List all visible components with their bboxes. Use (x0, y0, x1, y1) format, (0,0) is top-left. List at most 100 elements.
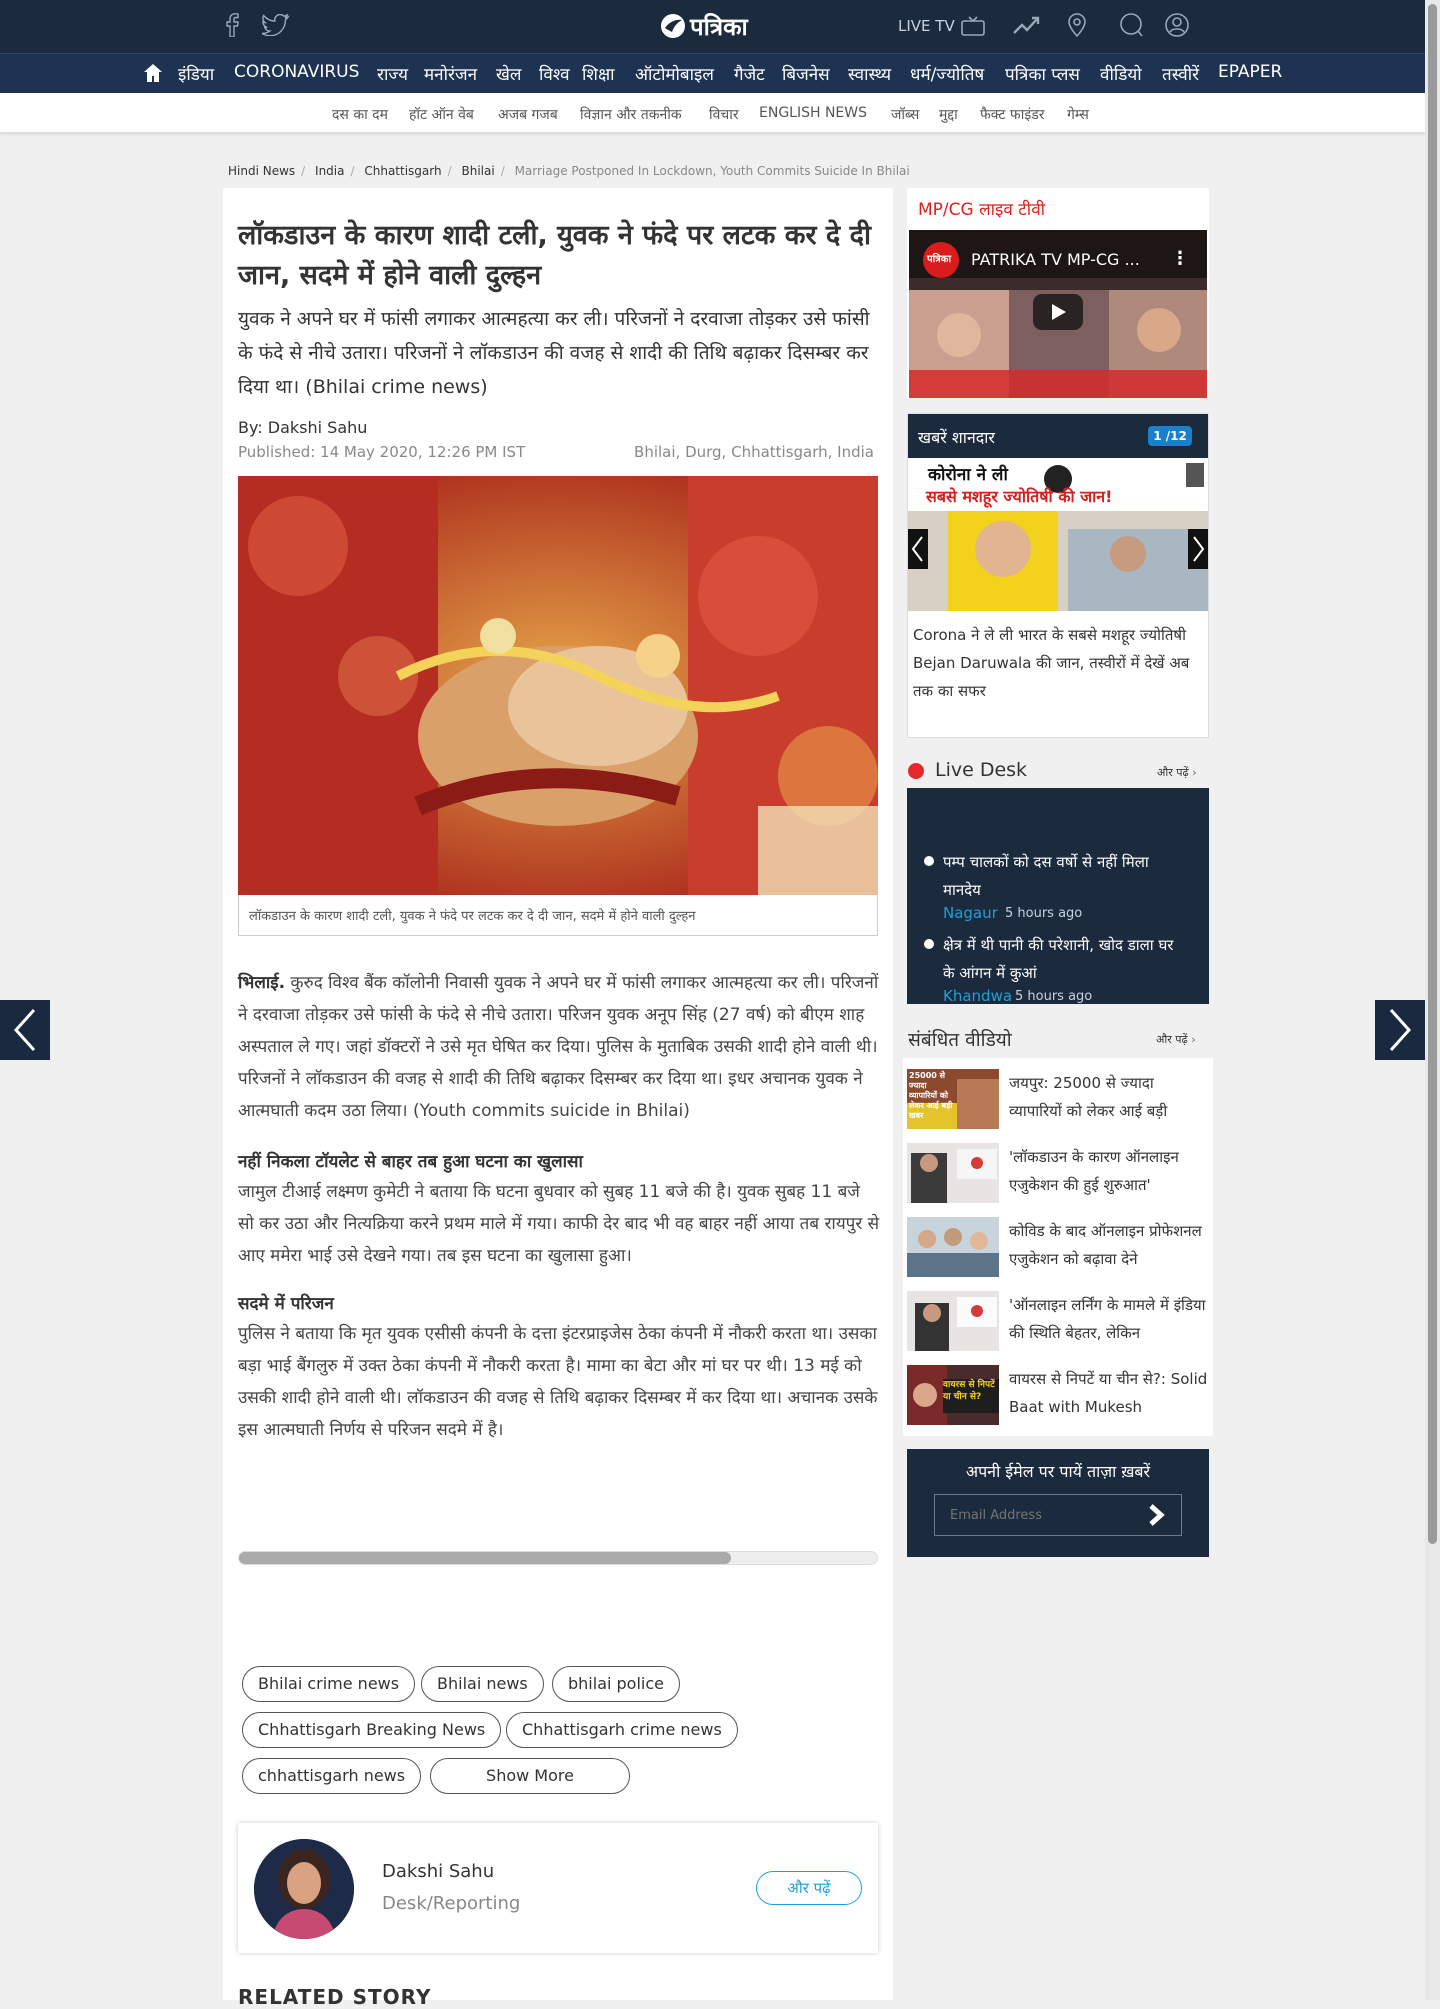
location-icon[interactable] (1067, 13, 1087, 42)
video-list-item[interactable]: 'लॉकडाउन के कारण ऑनलाइन एजुकेशन की हुई श… (907, 1143, 1210, 1207)
facebook-icon[interactable] (224, 13, 240, 42)
video-thumbnail[interactable]: वायरस से निपटें या चीन से? (907, 1365, 999, 1425)
video-title[interactable]: PATRIKA TV MP-CG ... (971, 250, 1140, 269)
tag-chip[interactable]: bhilai police (552, 1666, 680, 1702)
top-bar: पत्रिका LIVE TV (0, 0, 1425, 53)
video-title[interactable]: 'ऑनलाइन लर्निंग के मामले में इंडिया की स… (1009, 1291, 1209, 1349)
submit-arrow-icon[interactable] (1147, 1504, 1169, 1530)
nav-item-states[interactable]: राज्य (377, 62, 408, 85)
live-indicator-icon (908, 763, 924, 779)
video-title[interactable]: जयपुर: 25000 से ज्यादा व्यापारियों को ले… (1009, 1069, 1209, 1127)
video-list-item[interactable]: वायरस से निपटें या चीन से? वायरस से निपट… (907, 1365, 1210, 1429)
home-icon[interactable] (143, 63, 163, 87)
next-article-button[interactable] (1375, 1000, 1425, 1060)
video-menu-icon[interactable]: ⋮ (1171, 248, 1189, 269)
breadcrumb-item[interactable]: India (315, 164, 344, 178)
tag-chip[interactable]: chhattisgarh news (242, 1758, 422, 1794)
trending-icon[interactable] (1013, 15, 1041, 40)
nav-item-automobile[interactable]: ऑटोमोबाइल (635, 62, 714, 85)
scrollbar-thumb[interactable] (239, 1552, 731, 1564)
live-desk-item-place[interactable]: Khandwa (943, 987, 1012, 1004)
video-thumbnail[interactable] (907, 1291, 999, 1351)
live-desk-item-time: 5 hours ago (1005, 906, 1083, 921)
tag-chip[interactable]: Chhattisgarh crime news (506, 1712, 738, 1748)
previous-article-button[interactable] (0, 1000, 50, 1060)
related-videos-header: संबंधित वीडियो और पढ़ें › (907, 1024, 1209, 1056)
nav-item-india[interactable]: इंडिया (178, 62, 214, 85)
nav-item-epaper[interactable]: EPAPER (1218, 62, 1282, 82)
patrika-logo[interactable]: पत्रिका (660, 11, 748, 41)
nav-item-sports[interactable]: खेल (496, 62, 521, 85)
related-videos-more-link[interactable]: और पढ़ें › (1156, 1032, 1196, 1047)
live-desk-item-text[interactable]: पम्प चालकों को दस वर्षो से नहीं मिला मान… (943, 848, 1183, 904)
live-tv-link[interactable]: LIVE TV (898, 16, 985, 36)
video-title[interactable]: कोविड के बाद ऑनलाइन प्रोफेशनल एजुकेशन को… (1009, 1217, 1209, 1275)
gallery-slide-caption[interactable]: Corona ने ले ली भारत के सबसे मशहूर ज्योत… (913, 621, 1203, 705)
nav-item-business[interactable]: बिजनेस (782, 62, 830, 85)
nav-item-world[interactable]: विश्व (539, 62, 570, 85)
subnav-item-7[interactable]: जॉब्स (891, 105, 919, 124)
nav-item-health[interactable]: स्वास्थ्य (848, 62, 891, 85)
page-scrollbar-thumb[interactable] (1428, 4, 1437, 1544)
subnav-item-1[interactable]: दस का दम (332, 105, 388, 124)
subnav-item-5[interactable]: विचार (709, 105, 739, 124)
gallery-prev-button[interactable] (908, 529, 928, 569)
video-thumbnail[interactable]: 25000 से ज्यादा व्यापारियों को लेकर आई ब… (907, 1069, 999, 1129)
live-tv-title[interactable]: MP/CG लाइव टीवी (918, 197, 1045, 220)
nav-item-education[interactable]: शिक्षा (582, 62, 615, 85)
nav-item-photos[interactable]: तस्वीरें (1162, 62, 1199, 85)
breadcrumb-item[interactable]: Hindi News (228, 164, 295, 178)
gallery-slide-image[interactable]: कोरोना ने ली सबसे मशहूर ज्योतिषी की जान! (908, 459, 1208, 611)
nav-item-patrika-plus[interactable]: पत्रिका प्लस (1005, 62, 1080, 85)
author-name[interactable]: Dakshi Sahu (382, 1861, 494, 1882)
page-scrollbar[interactable] (1425, 0, 1440, 2000)
subnav-item-10[interactable]: गेम्स (1067, 105, 1089, 124)
live-tv-label: LIVE TV (898, 17, 955, 35)
twitter-icon[interactable] (261, 13, 290, 41)
nav-item-gadget[interactable]: गैजेट (734, 62, 765, 85)
live-desk-more-link[interactable]: और पढ़ें › (1157, 765, 1197, 780)
nav-item-entertainment[interactable]: मनोरंजन (424, 62, 477, 85)
video-list-item[interactable]: 25000 से ज्यादा व्यापारियों को लेकर आई ब… (907, 1069, 1210, 1133)
video-list-item[interactable]: कोविड के बाद ऑनलाइन प्रोफेशनल एजुकेशन को… (907, 1217, 1210, 1281)
subnav-item-2[interactable]: हॉट ऑन वेब (409, 105, 474, 124)
nav-item-coronavirus[interactable]: CORONAVIRUS (234, 62, 359, 82)
article-byline[interactable]: By: Dakshi Sahu (238, 418, 367, 437)
video-title[interactable]: 'लॉकडाउन के कारण ऑनलाइन एजुकेशन की हुई श… (1009, 1143, 1209, 1201)
live-desk-item-text[interactable]: क्षेत्र में थी पानी की परेशानी, खोद डाला… (943, 931, 1183, 987)
live-tv-video-player[interactable]: पत्रिका PATRIKA TV MP-CG ... ⋮ (909, 230, 1207, 398)
video-title[interactable]: वायरस से निपटें या चीन से?: Solid Baat w… (1009, 1365, 1209, 1423)
gallery-header: खबरें शानदार 1 /12 (908, 414, 1208, 458)
author-more-button[interactable]: और पढ़ें (756, 1871, 862, 1905)
gallery-title: खबरें शानदार (918, 428, 995, 447)
nav-item-videos[interactable]: वीडियो (1100, 62, 1142, 85)
live-desk-item-place[interactable]: Nagaur (943, 904, 998, 922)
video-thumbnail[interactable] (907, 1217, 999, 1277)
gallery-next-button[interactable] (1188, 529, 1208, 569)
horizontal-scrollbar[interactable] (238, 1551, 878, 1565)
subnav-item-8[interactable]: मुद्दा (939, 105, 958, 124)
gallery-slide-headline: कोरोना ने ली (928, 465, 1008, 485)
tag-chip[interactable]: Chhattisgarh Breaking News (242, 1712, 502, 1748)
search-icon[interactable] (1119, 13, 1143, 42)
article-subheading: सदमे में परिजन (238, 1294, 334, 1314)
breadcrumb-item[interactable]: Bhilai (461, 164, 494, 178)
subnav-item-6[interactable]: ENGLISH NEWS (759, 105, 867, 121)
breadcrumb-separator: / (301, 164, 306, 178)
email-input[interactable] (934, 1494, 1182, 1536)
nav-item-religion[interactable]: धर्म/ज्योतिष (910, 62, 984, 85)
subnav-item-4[interactable]: विज्ञान और तकनीक (580, 105, 682, 124)
tag-chip[interactable]: Bhilai crime news (242, 1666, 416, 1702)
subnav-item-3[interactable]: अजब गजब (498, 105, 558, 124)
author-avatar[interactable] (254, 1839, 354, 1939)
video-list-item[interactable]: 'ऑनलाइन लर्निंग के मामले में इंडिया की स… (907, 1291, 1210, 1355)
live-desk-item-time: 5 hours ago (1015, 989, 1093, 1004)
tag-chip[interactable]: Bhilai news (421, 1666, 544, 1702)
user-icon[interactable] (1165, 13, 1189, 42)
breadcrumb-item[interactable]: Chhattisgarh (364, 164, 441, 178)
subnav-item-9[interactable]: फैक्ट फाइंडर (980, 105, 1044, 124)
gallery-counter-badge: 1 /12 (1148, 426, 1192, 446)
play-button[interactable] (1033, 294, 1083, 330)
video-thumbnail[interactable] (907, 1143, 999, 1203)
show-more-button[interactable]: Show More (430, 1758, 630, 1794)
